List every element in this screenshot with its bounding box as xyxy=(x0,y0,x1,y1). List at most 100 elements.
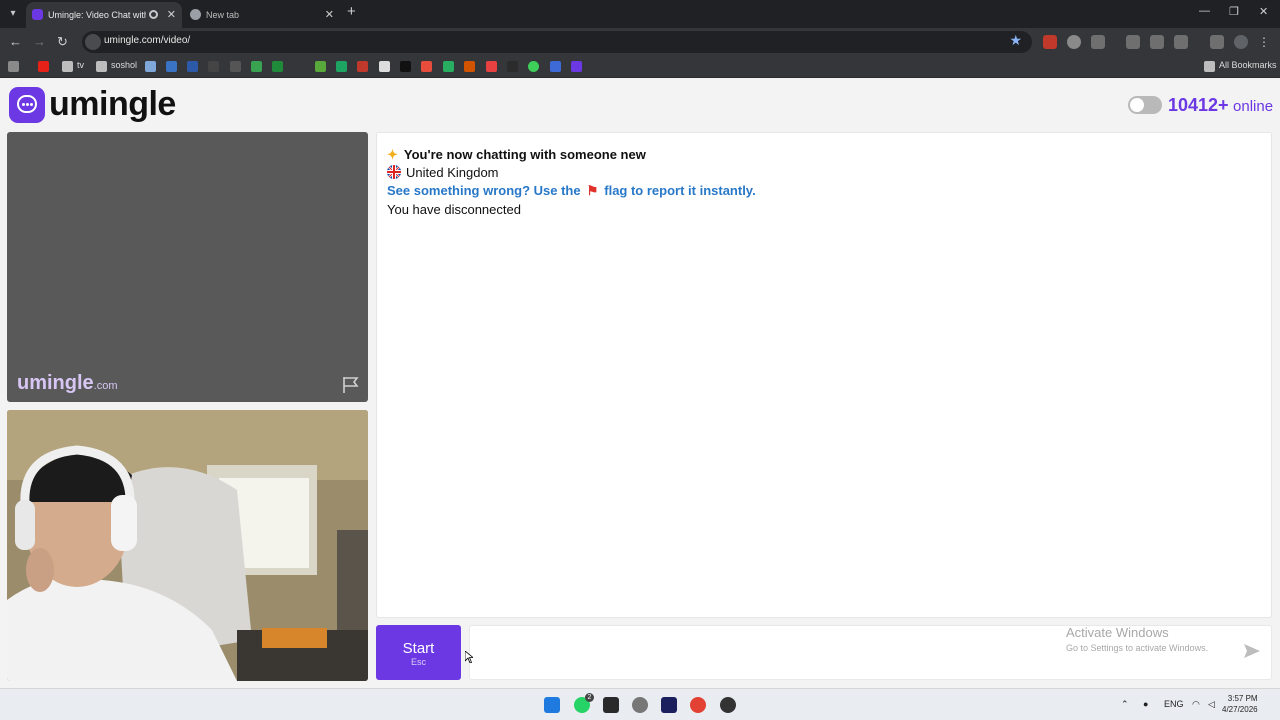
bookmark-site-icon[interactable] xyxy=(464,61,475,72)
bookmark-site-icon[interactable] xyxy=(421,61,432,72)
bookmark-folder-tv[interactable]: tv xyxy=(77,60,84,70)
system-clock[interactable]: 3:57 PM 4/27/2026 xyxy=(1222,693,1258,715)
bookmark-site-icon[interactable] xyxy=(208,61,219,72)
dot-shape xyxy=(30,103,33,106)
menu-dots-icon[interactable]: ⋮ xyxy=(1258,35,1272,49)
uk-flag-icon xyxy=(387,165,401,179)
recording-indicator-icon xyxy=(149,10,158,19)
profile-avatar[interactable] xyxy=(1234,35,1248,49)
extension-adblock-icon[interactable] xyxy=(1043,35,1057,49)
bookmark-site-icon[interactable] xyxy=(528,61,539,72)
extension-shield-icon[interactable] xyxy=(1067,35,1081,49)
extensions-puzzle-icon[interactable] xyxy=(1091,35,1105,49)
chat-log: ✦ You're now chatting with someone new Un… xyxy=(376,132,1272,618)
cast-icon[interactable] xyxy=(1174,35,1188,49)
tab-search-icon[interactable]: ▾ xyxy=(5,6,21,22)
microphone-icon[interactable]: ● xyxy=(1143,699,1148,709)
message-text: You're now chatting with someone new xyxy=(403,147,646,162)
bookmark-site-icon[interactable] xyxy=(486,61,497,72)
reading-list-icon[interactable] xyxy=(1210,35,1224,49)
bookmark-site-icon[interactable] xyxy=(251,61,262,72)
bookmark-site-icon[interactable] xyxy=(187,61,198,72)
trash-icon[interactable] xyxy=(1126,35,1140,49)
umingle-logo-icon[interactable] xyxy=(9,87,45,123)
windows-taskbar: 2 ⌃ ● ENG ◠ ◁ 3:57 PM 4/27/2026 xyxy=(0,688,1280,720)
start-button[interactable]: Start Esc xyxy=(376,625,461,680)
bookmark-site-icon[interactable] xyxy=(507,61,518,72)
bookmark-site-icon[interactable] xyxy=(550,61,561,72)
online-count: 10412+ xyxy=(1168,95,1229,115)
bookmark-kick-icon[interactable] xyxy=(443,61,454,72)
umingle-logo-text[interactable]: umingle xyxy=(49,85,176,124)
all-bookmarks-link[interactable]: All Bookmarks xyxy=(1219,60,1277,70)
bookmark-site-icon[interactable] xyxy=(145,61,156,72)
volume-icon[interactable]: ◁ xyxy=(1208,699,1215,710)
reload-icon[interactable]: ↻ xyxy=(57,34,68,50)
after-effects-icon[interactable] xyxy=(661,697,677,713)
new-tab-button[interactable]: + xyxy=(347,3,356,20)
umingle-page: umingle 10412+ online umingle.com ✦ You'… xyxy=(0,79,1280,688)
message-text: United Kingdom xyxy=(406,165,499,180)
bookmark-folder-soshol[interactable]: soshol xyxy=(111,60,137,70)
umingle-watermark: umingle.com xyxy=(17,372,118,395)
close-window-button[interactable]: ✕ xyxy=(1259,5,1268,18)
bookmark-site-icon[interactable] xyxy=(230,61,241,72)
browser-tab-bar: ▾ Umingle: Video Chat with S ✕ New tab ✕… xyxy=(0,0,1280,28)
bookmark-site-icon[interactable] xyxy=(336,61,347,72)
chrome-icon[interactable] xyxy=(690,697,706,713)
folder-icon xyxy=(1204,61,1215,72)
chrome-favicon xyxy=(190,9,201,20)
bookmarks-bar: tv soshol All Bookmarks xyxy=(0,56,1280,78)
bookmark-site-icon[interactable] xyxy=(357,61,368,72)
online-label: online xyxy=(1233,98,1274,115)
address-bar[interactable]: umingle.com/video/ ★ xyxy=(82,31,1032,53)
red-flag-icon: ⚑ xyxy=(586,183,599,198)
apps-grid-icon[interactable] xyxy=(8,61,19,72)
send-icon[interactable] xyxy=(1243,642,1261,660)
watermark-suffix: .com xyxy=(93,380,118,392)
report-flag-icon[interactable] xyxy=(342,376,360,394)
whatsapp-badge: 2 xyxy=(585,693,594,702)
webcam-feed-image xyxy=(7,410,368,681)
theme-toggle[interactable] xyxy=(1128,96,1162,114)
bookmark-youtube-icon[interactable] xyxy=(38,61,49,72)
back-arrow-icon[interactable]: ← xyxy=(9,34,22,50)
forward-arrow-icon[interactable]: → xyxy=(33,34,46,50)
wifi-icon[interactable]: ◠ xyxy=(1192,699,1200,710)
tab-new-tab[interactable]: New tab ✕ xyxy=(184,2,340,28)
bookmark-site-icon[interactable] xyxy=(166,61,177,72)
folder-icon[interactable] xyxy=(96,61,107,72)
language-indicator[interactable]: ENG xyxy=(1164,699,1184,709)
folder-icon[interactable] xyxy=(62,61,73,72)
umingle-favicon xyxy=(32,9,43,20)
minimize-button[interactable]: — xyxy=(1199,5,1210,17)
message-text: flag to report it instantly. xyxy=(604,183,756,198)
bookmark-star-icon[interactable]: ★ xyxy=(1009,32,1022,49)
country-message: United Kingdom xyxy=(387,165,499,180)
restore-button[interactable]: ❐ xyxy=(1229,5,1239,18)
report-hint-message[interactable]: See something wrong? Use the ⚑ flag to rep… xyxy=(387,183,756,199)
bookmark-site-icon[interactable] xyxy=(379,61,390,72)
settings-gear-icon[interactable] xyxy=(632,697,648,713)
activate-line1: Activate Windows xyxy=(1066,625,1169,640)
bookmark-tiktok-icon[interactable] xyxy=(400,61,411,72)
url-text: umingle.com/video/ xyxy=(104,35,191,46)
tab-umingle[interactable]: Umingle: Video Chat with S ✕ xyxy=(26,2,182,28)
system-message: ✦ You're now chatting with someone new xyxy=(387,147,646,163)
close-tab-icon[interactable]: ✕ xyxy=(167,2,176,28)
online-counter: 10412+ online xyxy=(1168,95,1273,116)
disconnect-message: You have disconnected xyxy=(387,202,521,217)
bookmark-umingle-icon[interactable] xyxy=(571,61,582,72)
tab-title: Umingle: Video Chat with S xyxy=(48,10,146,20)
download-icon[interactable] xyxy=(1150,35,1164,49)
tray-expand-icon[interactable]: ⌃ xyxy=(1121,699,1129,710)
bookmark-site-icon[interactable] xyxy=(272,61,283,72)
message-text: See something wrong? Use the xyxy=(387,183,581,198)
close-tab-icon[interactable]: ✕ xyxy=(325,2,334,28)
windows-start-icon[interactable] xyxy=(544,697,560,713)
uk-flag-drawing xyxy=(387,165,401,179)
site-info-icon[interactable] xyxy=(85,34,101,50)
bookmark-site-icon[interactable] xyxy=(315,61,326,72)
obs-icon[interactable] xyxy=(720,697,736,713)
epic-games-icon[interactable] xyxy=(603,697,619,713)
